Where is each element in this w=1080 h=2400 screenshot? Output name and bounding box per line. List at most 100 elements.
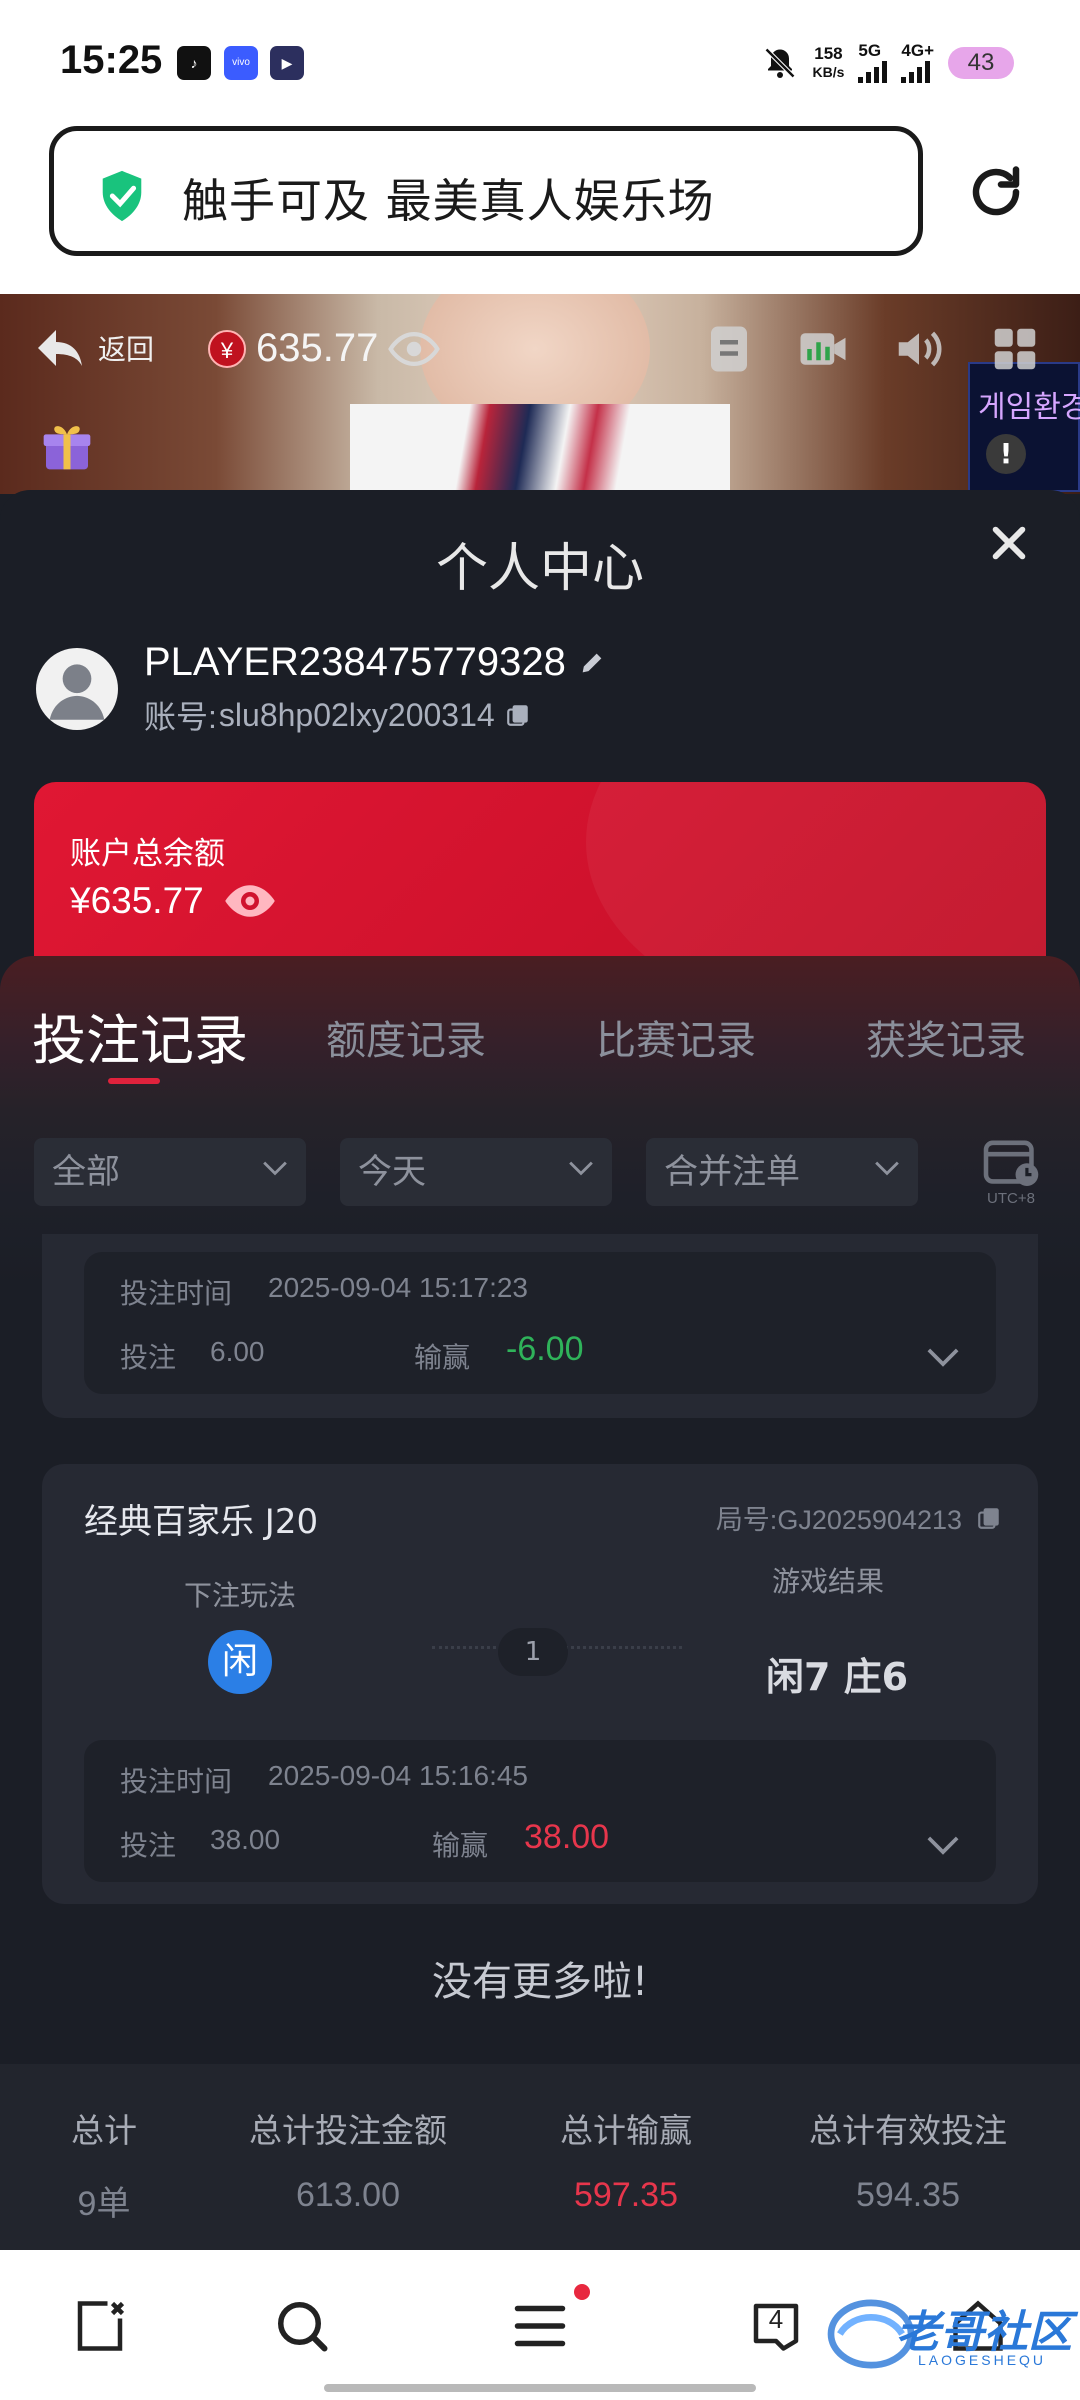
bet-amount: 6.00: [210, 1336, 265, 1367]
avatar[interactable]: [36, 648, 118, 730]
notification-dot: [574, 2284, 590, 2300]
play-label: 下注玩法: [184, 1579, 297, 1612]
active-tab-indicator: [108, 1078, 160, 1084]
video-stats-icon[interactable]: [796, 322, 850, 376]
merge-filter-value: 合并注单: [664, 1152, 800, 1192]
status-indicators: 158 KB/s 5G 4G+ 43: [762, 40, 1014, 86]
winloss-value: 38.00: [524, 1818, 610, 1856]
total-valid-bet: 总计有效投注 594.35: [788, 2104, 1028, 2215]
menu-icon[interactable]: [510, 2296, 570, 2356]
chevron-down-icon: [263, 1161, 287, 1176]
home-indicator: [324, 2384, 756, 2392]
close-icon[interactable]: [986, 520, 1032, 566]
merge-filter[interactable]: 合并注单: [646, 1138, 918, 1206]
totals-bar: 总计 9单 总计投注金额 613.00 总计输赢 597.35 总计有效投注 5…: [0, 2064, 1080, 2250]
result-label: 游戏结果: [772, 1565, 885, 1598]
balance-amount: 635.77: [90, 880, 204, 921]
back-arrow-icon: [38, 330, 82, 366]
total-bet-value: 613.00: [296, 2176, 400, 2214]
back-label: 返回: [98, 333, 155, 366]
total-bet-label: 总计投注金额: [249, 2111, 447, 2150]
volume-icon[interactable]: [892, 322, 946, 376]
round-label: 局号:: [715, 1505, 778, 1535]
video-balance-value: 635.77: [256, 326, 379, 370]
search-icon[interactable]: [272, 2296, 332, 2356]
tabs-count: 4: [768, 2304, 784, 2334]
account-prefix: 账号:: [144, 699, 217, 735]
bet-record-card: 投注时间 2025-09-04 15:17:23 投注 6.00 输赢 -6.0…: [42, 1234, 1038, 1418]
bet-time-label: 投注时间: [120, 1277, 233, 1310]
status-time: 15:25: [60, 38, 163, 82]
grid-menu-icon[interactable]: [988, 322, 1042, 376]
bet-count: 1: [498, 1628, 568, 1676]
bet-choice-badge: 闲: [208, 1630, 272, 1694]
winloss-value: -6.00: [506, 1330, 584, 1368]
copy-icon[interactable]: [505, 701, 531, 729]
tab-bet-records[interactable]: 投注记录: [32, 996, 248, 1075]
bet-time: 2025-09-04 15:16:45: [268, 1760, 528, 1791]
dealer-scarf: [350, 404, 730, 494]
browser-url-bar: 触手可及 最美真人娱乐场: [0, 126, 1080, 294]
edit-icon[interactable]: [578, 649, 606, 677]
bet-label: 投注: [120, 1341, 177, 1374]
winloss-label: 输赢: [432, 1829, 489, 1862]
balance-label: 账户总余额: [70, 836, 225, 872]
url-field[interactable]: 触手可及 最美真人娱乐场: [49, 126, 923, 256]
total-bet: 总计投注金额 613.00: [228, 2104, 468, 2215]
network-speed: 158 KB/s: [812, 44, 845, 81]
calendar-button[interactable]: UTC+8: [980, 1136, 1042, 1208]
currency-symbol: ¥: [70, 880, 91, 921]
watermark-subtext: LAOGESHEQU: [918, 2352, 1047, 2368]
type-filter[interactable]: 全部: [34, 1138, 306, 1206]
status-bar: 15:25 ♪ vivo ▶ 158 KB/s 5G 4G+ 43: [0, 0, 1080, 126]
total-count-label: 总计: [71, 2111, 137, 2150]
browser-nav-bar: 4 老哥社区 LAOGESHEQU: [0, 2250, 1080, 2400]
document-icon[interactable]: [702, 322, 756, 376]
calendar-clock-icon: [983, 1140, 1039, 1186]
game-sign: 게임환경: [968, 362, 1080, 492]
date-filter[interactable]: 今天: [340, 1138, 612, 1206]
back-button[interactable]: 返回: [36, 328, 154, 368]
bet-time-label: 投注时间: [120, 1765, 233, 1798]
user-icon: [49, 664, 105, 720]
video-balance: ¥ 635.77: [208, 326, 441, 371]
type-filter-value: 全部: [52, 1152, 120, 1192]
player-name-text: PLAYER238475779328: [144, 640, 566, 684]
tabs-button[interactable]: 4: [746, 2296, 806, 2356]
shield-check-icon: [102, 170, 142, 222]
chevron-down-icon: [875, 1161, 899, 1176]
chevron-down-icon[interactable]: [926, 1346, 960, 1368]
gift-icon[interactable]: [38, 418, 96, 474]
total-winloss: 总计输赢 597.35: [536, 2104, 716, 2215]
eye-icon[interactable]: [388, 331, 441, 366]
battery-indicator: 43: [948, 47, 1014, 79]
account-id: slu8hp02lxy200314: [218, 696, 495, 733]
winloss-label: 输赢: [414, 1341, 471, 1374]
chevron-down-icon[interactable]: [926, 1834, 960, 1856]
copy-icon[interactable]: [976, 1504, 1002, 1532]
bet-detail: 投注时间 2025-09-04 15:17:23 投注 6.00 输赢 -6.0…: [84, 1252, 996, 1394]
round-id: 局号:GJ2025904213: [716, 1498, 1002, 1537]
tab-prize-records[interactable]: 获奖记录: [866, 1008, 1026, 1066]
bet-record-card: 经典百家乐 J20 局号:GJ2025904213 下注玩法 游戏结果 闲 1 …: [42, 1464, 1038, 1904]
watermark-text: 老哥社区: [896, 2307, 1072, 2358]
bet-detail: 投注时间 2025-09-04 15:16:45 投注 38.00 输赢 38.…: [84, 1740, 996, 1882]
tab-match-records[interactable]: 比赛记录: [596, 1008, 756, 1066]
close-page-icon[interactable]: [70, 2296, 130, 2356]
app-icon: ♪: [177, 46, 211, 80]
tab-credit-records[interactable]: 额度记录: [326, 1008, 486, 1066]
no-more-text: 没有更多啦!: [431, 1959, 649, 2005]
mute-bell-icon: [765, 47, 796, 79]
warning-icon[interactable]: !: [986, 434, 1026, 474]
player-name: PLAYER238475779328: [144, 640, 606, 685]
personal-center-panel: 个人中心 PLAYER238475779328 账号: slu8hp02lxy20…: [0, 490, 1080, 2250]
record-tabs: 投注记录 额度记录 比赛记录 获奖记录: [0, 1008, 1080, 1118]
vivo-icon: vivo: [224, 46, 258, 80]
total-valid-label: 总计有效投注: [809, 2111, 1007, 2150]
reload-icon[interactable]: [966, 162, 1026, 222]
video-app-icon: ▶: [270, 46, 304, 80]
eye-icon[interactable]: [222, 883, 278, 919]
live-video: 게임환경 返回 ¥ 635.77 !: [0, 294, 1080, 494]
panel-title: 个人中心: [435, 539, 644, 599]
chevron-down-icon: [569, 1161, 593, 1176]
